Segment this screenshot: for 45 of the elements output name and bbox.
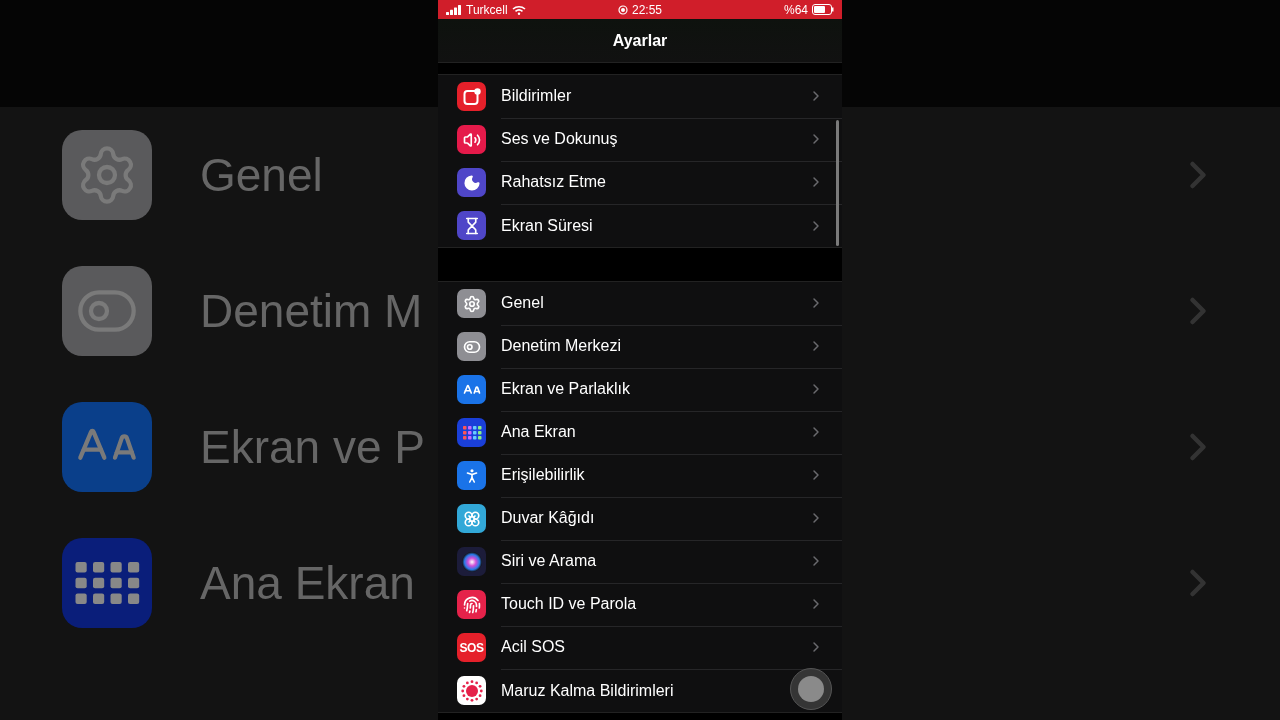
speaker-icon xyxy=(462,130,481,149)
settings-row[interactable]: Bildirimler xyxy=(438,75,842,118)
blurred-setting-label: Ekran ve P xyxy=(200,420,425,474)
settings-row[interactable]: Erişilebilirlik xyxy=(438,454,842,497)
blurred-setting-label: Denetim M xyxy=(200,284,423,338)
signal-icon xyxy=(446,4,462,15)
battery-percent: %64 xyxy=(783,2,808,17)
setting-label: Ekran ve Parlaklık xyxy=(501,380,630,398)
setting-label: Genel xyxy=(501,294,544,312)
moon-icon xyxy=(462,173,481,192)
blurred-setting-label: Ana Ekran xyxy=(200,556,415,610)
sos-icon-text: SOS xyxy=(459,640,484,655)
wifi-icon xyxy=(511,4,526,15)
setting-label: Siri ve Arama xyxy=(501,552,597,570)
settings-row[interactable]: SOS Acil SOS xyxy=(438,626,842,669)
app-grid-icon xyxy=(461,424,482,441)
setting-label: Bildirimler xyxy=(501,87,572,105)
settings-row[interactable]: Siri ve Arama xyxy=(438,540,842,583)
settings-row[interactable]: Ekran ve Parlaklık xyxy=(438,368,842,411)
setting-label: Touch ID ve Parola xyxy=(501,595,637,613)
badge-square-icon xyxy=(462,87,481,106)
blurred-setting-label: Genel xyxy=(200,148,323,202)
settings-row[interactable]: Ana Ekran xyxy=(438,411,842,454)
setting-label: Ses ve Dokunuş xyxy=(501,130,618,148)
gear-icon xyxy=(462,294,481,313)
setting-label: Acil SOS xyxy=(501,638,565,656)
setting-label: Erişilebilirlik xyxy=(501,466,585,484)
settings-row[interactable]: Touch ID ve Parola xyxy=(438,583,842,626)
clock-time: 22:55 xyxy=(632,2,662,17)
page-title: Ayarlar xyxy=(612,31,668,50)
flower-icon xyxy=(462,509,481,528)
carrier-name: Turkcell xyxy=(466,2,508,17)
fingerprint-icon xyxy=(462,595,481,614)
settings-row[interactable]: Genel xyxy=(438,282,842,325)
settings-row[interactable]: Denetim Merkezi xyxy=(438,325,842,368)
setting-label: Ana Ekran xyxy=(501,423,576,441)
record-icon xyxy=(618,4,628,15)
battery-icon xyxy=(812,4,834,15)
settings-row[interactable]: Duvar Kâğıdı xyxy=(438,497,842,540)
setting-label: Maruz Kalma Bildirimleri xyxy=(501,681,674,700)
settings-row[interactable]: Ekran Süresi xyxy=(438,204,842,247)
setting-label: Rahatsız Etme xyxy=(501,173,606,191)
setting-label: Ekran Süresi xyxy=(501,216,593,235)
setting-label: Duvar Kâğıdı xyxy=(501,509,595,527)
setting-label: Denetim Merkezi xyxy=(501,337,622,355)
